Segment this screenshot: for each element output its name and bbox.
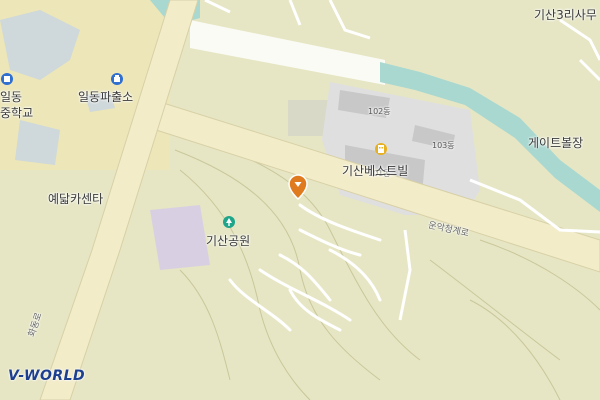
- brand-logo: V-WORLD: [8, 368, 86, 384]
- label-school-bottom: 중학교: [0, 106, 34, 120]
- map-view[interactable]: 기산3리사무 일동 중학교 일동파출소 102동 103동 101동 기산베스트…: [0, 0, 600, 400]
- label-car-center: 예닯카센타: [48, 192, 104, 206]
- label-gisan3ri: 기산3리사무: [534, 8, 597, 22]
- label-school-top: 일동: [0, 90, 23, 104]
- label-bldg-102: 102동: [368, 107, 391, 116]
- label-gateball: 게이트볼장: [528, 136, 584, 150]
- building-icon[interactable]: [374, 142, 388, 156]
- label-police: 일동파출소: [78, 90, 134, 104]
- label-villa: 기산베스트빌: [342, 164, 409, 178]
- police-badge-icon[interactable]: [110, 72, 124, 86]
- school-icon[interactable]: [0, 72, 14, 86]
- lot: [288, 100, 328, 136]
- white-plot: [190, 20, 385, 85]
- location-marker-icon[interactable]: [288, 174, 308, 200]
- park-icon[interactable]: [222, 215, 236, 229]
- park-building: [150, 205, 210, 270]
- label-park: 기산공원: [206, 234, 251, 248]
- label-bldg-103: 103동: [432, 141, 455, 150]
